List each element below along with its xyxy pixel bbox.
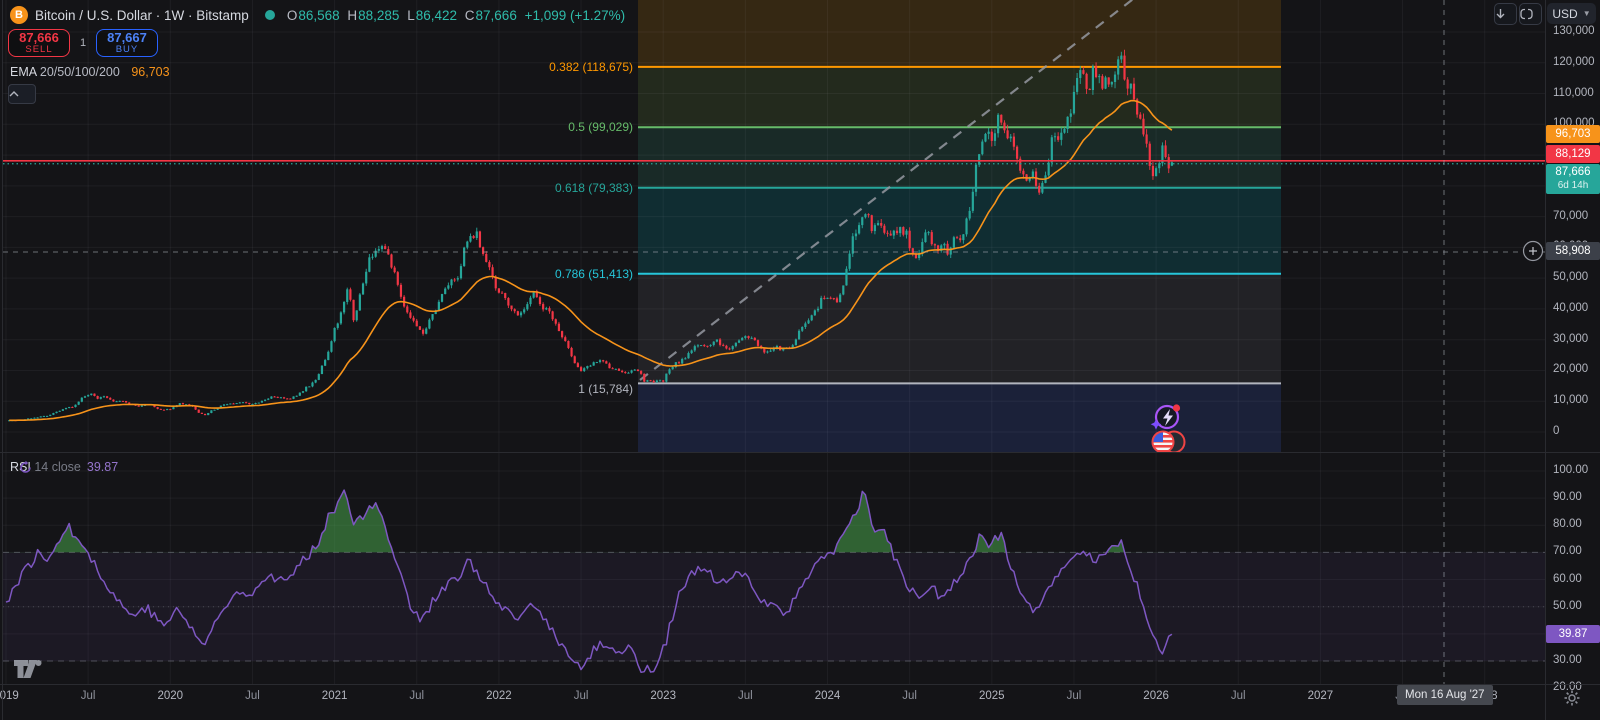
- last-price-badge: 87,666 6d 14h: [1546, 164, 1600, 194]
- fib-level-label[interactable]: 0.786 (51,413): [503, 267, 633, 281]
- rsi-params: 14 close: [34, 460, 81, 474]
- time-axis-label: 2022: [486, 690, 512, 702]
- bar-countdown: 6d 14h: [1546, 179, 1600, 192]
- rsi-axis-label: 30.00: [1553, 654, 1582, 666]
- download-button[interactable]: [1494, 3, 1517, 25]
- price-axis-label: 110,000: [1553, 87, 1594, 99]
- time-axis-label: Jul: [738, 690, 753, 702]
- rsi-legend[interactable]: RSI 14 close 39.87: [10, 460, 118, 474]
- sell-label: SELL: [25, 45, 52, 55]
- time-axis-label: Jul: [409, 690, 424, 702]
- fib-level-label[interactable]: 0.382 (118,675): [503, 60, 633, 74]
- crosshair-price-badge: 58,908: [1546, 242, 1600, 260]
- restore-pane-button[interactable]: [1519, 3, 1542, 25]
- chevron-down-icon: ▼: [1583, 9, 1591, 18]
- rsi-axis-label: 50.00: [1553, 600, 1582, 612]
- tradingview-chart-window: B Bitcoin / U.S. Dollar · 1W · Bitstamp …: [0, 0, 1600, 720]
- time-axis-label: 2021: [322, 690, 348, 702]
- high-value: 88,285: [358, 8, 399, 23]
- time-axis-label: 2025: [979, 690, 1005, 702]
- trade-buttons: 87,666 SELL 1 87,667 BUY: [8, 29, 158, 57]
- tradingview-logo[interactable]: [14, 660, 50, 682]
- price-axis-label: 70,000: [1553, 210, 1588, 222]
- ema-price-badge: 96,703: [1546, 125, 1600, 143]
- buy-button[interactable]: 87,667 BUY: [96, 29, 158, 57]
- high-label: H: [347, 8, 357, 23]
- price-axis-label: 130,000: [1553, 25, 1595, 37]
- ema-params: 20/50/100/200: [40, 65, 120, 79]
- ohlc-values: O86,568 H88,285 L86,422 C87,666 +1,099 (…: [287, 8, 629, 23]
- time-axis-label: 2023: [650, 690, 676, 702]
- time-axis-label: 2020: [158, 690, 184, 702]
- time-axis-label: 2026: [1143, 690, 1169, 702]
- download-icon: [1495, 8, 1506, 20]
- time-axis-label: Jul: [902, 690, 917, 702]
- currency-dropdown[interactable]: USD ▼: [1547, 3, 1596, 24]
- time-axis-label: 2024: [815, 690, 841, 702]
- bitcoin-icon: B: [10, 6, 28, 24]
- rsi-value-badge: 39.87: [1546, 625, 1600, 643]
- time-axis-label: Jul: [245, 690, 260, 702]
- time-axis-label: 2027: [1308, 690, 1334, 702]
- chevron-up-icon: [9, 91, 19, 97]
- time-axis-label: Jul: [1067, 690, 1082, 702]
- last-price-value: 87,666: [1546, 166, 1600, 179]
- rsi-axis-label: 70.00: [1553, 545, 1582, 557]
- price-axis-label: 120,000: [1553, 56, 1595, 68]
- collapse-legend-button[interactable]: [8, 84, 36, 104]
- low-label: L: [407, 8, 415, 23]
- crosshair-time-badge: Mon 16 Aug '27: [1397, 685, 1493, 705]
- currency-value: USD: [1552, 7, 1577, 21]
- price-axis-label: 20,000: [1553, 363, 1588, 375]
- rsi-axis-label: 60.00: [1553, 573, 1582, 585]
- price-axis-border: [1545, 0, 1546, 720]
- pane-separator[interactable]: [0, 452, 1600, 453]
- low-value: 86,422: [416, 8, 457, 23]
- close-label: C: [465, 8, 475, 23]
- time-axis-label: Jul: [81, 690, 96, 702]
- rsi-axis-label: 80.00: [1553, 518, 1582, 530]
- rsi-axis-label: 100.00: [1553, 464, 1588, 476]
- gear-icon[interactable]: [1563, 689, 1581, 707]
- restore-icon: [1520, 8, 1533, 20]
- price-axis-label: 30,000: [1553, 333, 1588, 345]
- hline-price-badge: 88,129: [1546, 145, 1600, 163]
- fib-level-label[interactable]: 1 (15,784): [503, 382, 633, 396]
- market-status-dot[interactable]: [265, 10, 275, 20]
- ema-name: EMA: [10, 65, 36, 79]
- sell-price: 87,666: [19, 31, 59, 45]
- ema-legend[interactable]: EMA 20/50/100/200 96,703: [10, 65, 170, 79]
- rsi-value: 39.87: [87, 460, 118, 474]
- price-axis-label: 10,000: [1553, 394, 1588, 406]
- close-value: 87,666: [476, 8, 517, 23]
- time-axis-label: Jul: [1231, 690, 1246, 702]
- price-pane[interactable]: [0, 0, 1600, 452]
- price-axis-label: 0: [1553, 425, 1559, 437]
- buy-price: 87,667: [107, 31, 147, 45]
- open-value: 86,568: [298, 8, 339, 23]
- sell-button[interactable]: 87,666 SELL: [8, 29, 70, 57]
- open-label: O: [287, 8, 298, 23]
- symbol-legend[interactable]: B Bitcoin / U.S. Dollar · 1W · Bitstamp …: [10, 6, 629, 24]
- change-value: +1,099 (+1.27%): [525, 8, 626, 23]
- rsi-pane[interactable]: [0, 452, 1600, 684]
- fib-level-label[interactable]: 0.618 (79,383): [503, 181, 633, 195]
- time-axis-label: Jul: [574, 690, 589, 702]
- symbol-title[interactable]: Bitcoin / U.S. Dollar · 1W · Bitstamp: [35, 8, 249, 23]
- rsi-axis-label: 90.00: [1553, 491, 1582, 503]
- time-axis-border: [0, 684, 1600, 685]
- spread-value: 1: [70, 37, 96, 49]
- crosshair-plus-icon[interactable]: [1521, 239, 1547, 265]
- price-axis-label: 50,000: [1553, 271, 1588, 283]
- buy-label: BUY: [116, 45, 139, 55]
- rsi-refresh-icon[interactable]: [18, 460, 33, 475]
- fib-level-label[interactable]: 0.5 (99,029): [503, 120, 633, 134]
- left-pane-border: [2, 0, 3, 720]
- time-axis[interactable]: 2019Jul2020Jul2021Jul2022Jul2023Jul2024J…: [0, 684, 1545, 720]
- price-axis-label: 40,000: [1553, 302, 1588, 314]
- ema-value: 96,703: [131, 65, 169, 79]
